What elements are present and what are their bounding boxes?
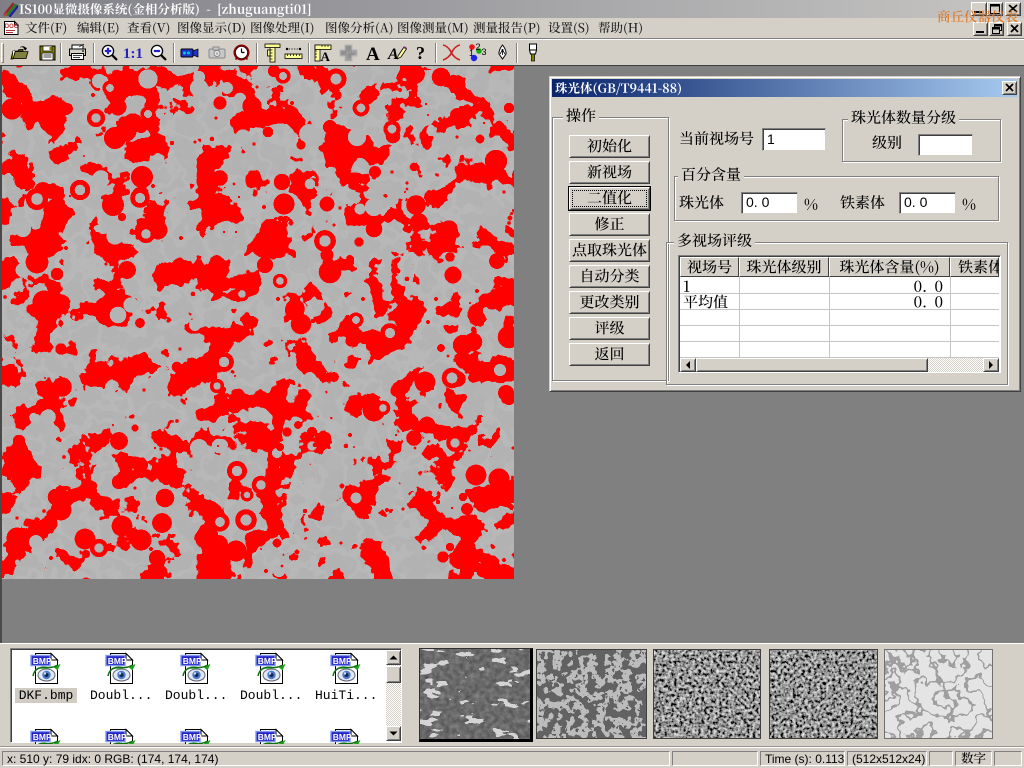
svg-text:BMP: BMP — [108, 656, 127, 666]
svg-text:BMP: BMP — [333, 656, 352, 666]
svg-text:BMP: BMP — [33, 656, 52, 666]
svg-text:BMP: BMP — [258, 732, 277, 742]
svg-text:BMP: BMP — [333, 732, 352, 742]
svg-text:BMP: BMP — [33, 732, 52, 742]
svg-text:BMP: BMP — [258, 656, 277, 666]
svg-text:BMP: BMP — [183, 732, 202, 742]
svg-text:BMP: BMP — [183, 656, 202, 666]
svg-text:BMP: BMP — [108, 732, 127, 742]
